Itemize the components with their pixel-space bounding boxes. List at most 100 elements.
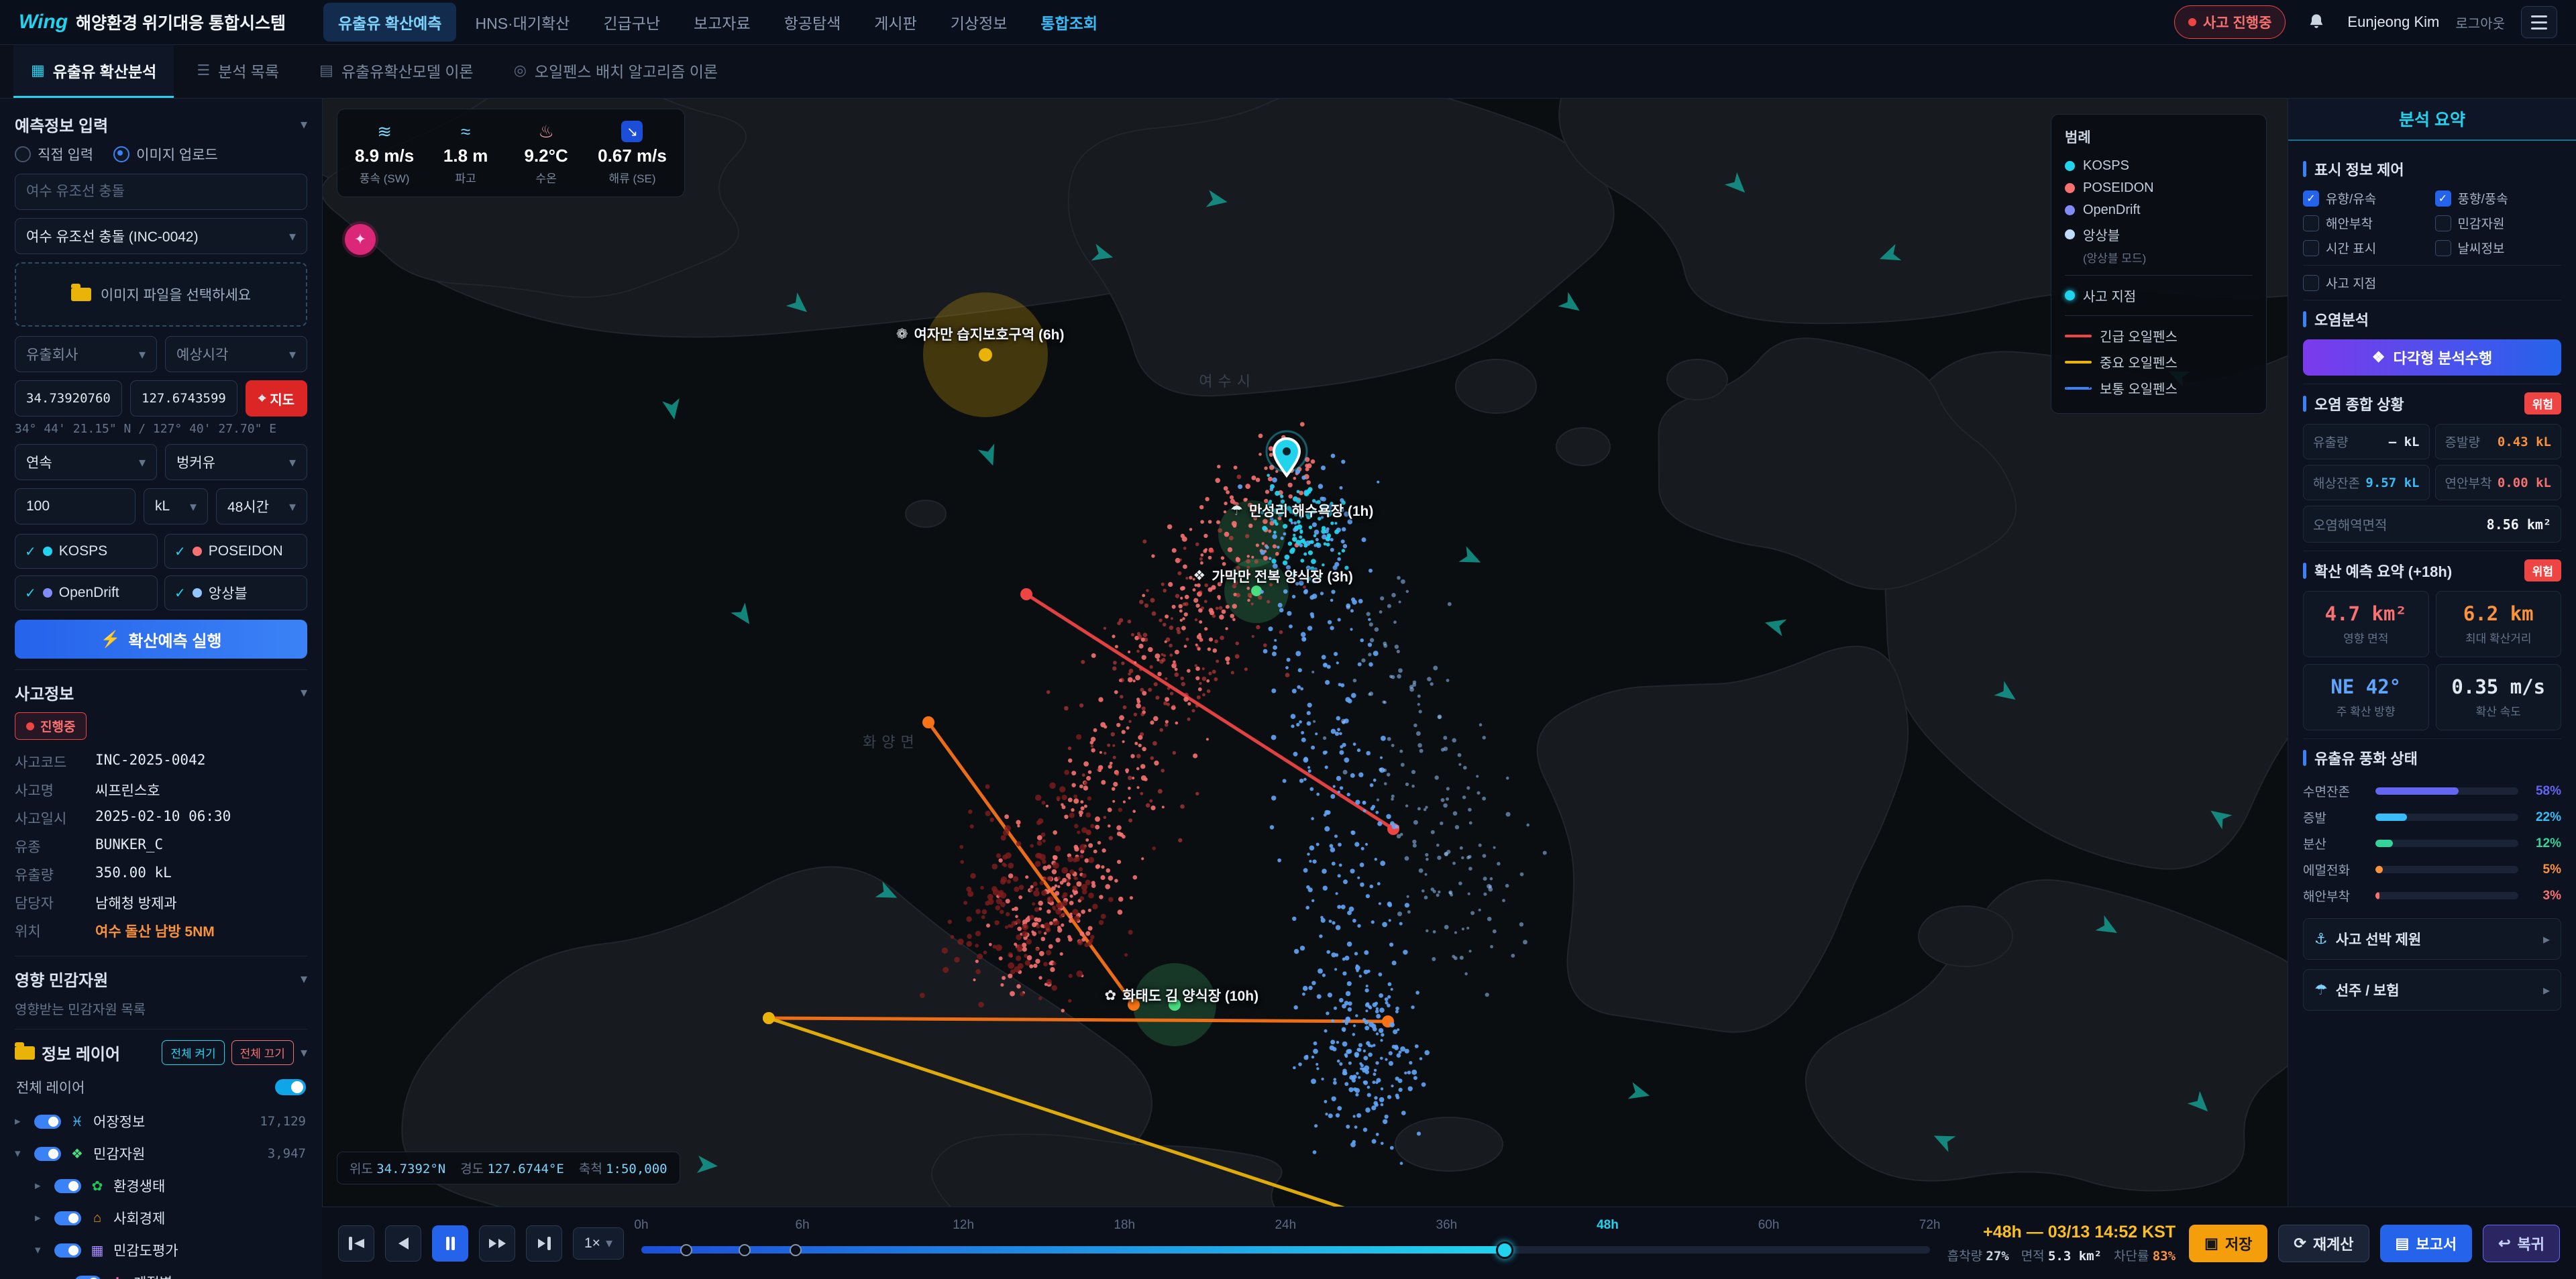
incident-active-badge[interactable]: 사고 진행중: [2174, 5, 2286, 39]
run-prediction-button[interactable]: ⚡확산예측 실행: [15, 620, 307, 659]
spill-amount-input[interactable]: [15, 488, 136, 524]
nav-item-6[interactable]: 기상정보: [936, 3, 1022, 42]
tab-3[interactable]: ◎오일펜스 배치 알고리즘 이론: [496, 44, 735, 98]
playback-speed-select[interactable]: 1×▾: [573, 1227, 624, 1260]
tab-1[interactable]: ☰분석 목록: [179, 44, 297, 98]
step-back-button[interactable]: [385, 1225, 421, 1262]
user-name[interactable]: Eunjeong Kim: [2347, 13, 2439, 31]
timeline-tick[interactable]: 0h: [634, 1218, 648, 1233]
expand-chevron-icon[interactable]: ▸: [35, 1179, 47, 1192]
layer-row[interactable]: ▸♓어장정보17,129: [15, 1105, 307, 1137]
timeline-tick[interactable]: 24h: [1275, 1218, 1296, 1233]
fast-forward-button[interactable]: [479, 1225, 515, 1262]
image-upload-dropzone[interactable]: 이미지 파일을 선택하세요: [15, 262, 307, 327]
layer-row[interactable]: ▾❖민감자원3,947: [15, 1137, 307, 1170]
layer-toggle[interactable]: [34, 1147, 61, 1161]
fence-event-marker[interactable]: [739, 1244, 751, 1256]
all-layers-off-button[interactable]: 전체 끄기: [231, 1040, 294, 1065]
collapse-chevron-icon[interactable]: ▾: [301, 684, 307, 701]
nav-item-1[interactable]: HNS·대기확산: [460, 3, 584, 42]
pause-button[interactable]: [432, 1225, 468, 1262]
collapse-chevron-icon[interactable]: ▾: [301, 1044, 307, 1061]
polygon-analysis-button[interactable]: ❖다각형 분석수행: [2303, 339, 2561, 376]
layer-row[interactable]: ▾▦민감도평가: [15, 1234, 307, 1266]
expand-chevron-icon[interactable]: ▸: [35, 1211, 47, 1225]
duration-select[interactable]: 48시간▾: [216, 488, 307, 524]
incident-select[interactable]: 여수 유조선 충돌 (INC-0042)▾: [15, 218, 307, 254]
notification-bell-icon[interactable]: [2302, 7, 2331, 37]
timeline-knob[interactable]: [1496, 1241, 1513, 1259]
nav-item-0[interactable]: 유출유 확산예측: [323, 3, 457, 42]
spill-mode-select[interactable]: 연속▾: [15, 444, 157, 480]
tab-0[interactable]: ▦유출유 확산분석: [13, 44, 174, 98]
nav-item-3[interactable]: 보고자료: [679, 3, 765, 42]
save-button[interactable]: ▣저장: [2189, 1225, 2267, 1262]
expected-time-select[interactable]: 예상시각▾: [165, 336, 307, 372]
master-layer-toggle[interactable]: [275, 1079, 306, 1095]
layer-toggle[interactable]: [54, 1243, 81, 1258]
hamburger-menu-icon[interactable]: [2521, 6, 2557, 38]
radio-direct-input[interactable]: 직접 입력: [15, 144, 93, 164]
timeline-tick[interactable]: 6h: [796, 1218, 810, 1233]
model-checkbox[interactable]: ✓KOSPS: [15, 534, 158, 569]
radio-image-upload[interactable]: 이미지 업로드: [113, 144, 218, 164]
fence-event-marker[interactable]: [680, 1244, 692, 1256]
return-button[interactable]: ↩복귀: [2483, 1225, 2560, 1262]
display-option-checkbox[interactable]: 날씨정보: [2435, 239, 2562, 257]
layer-row[interactable]: ▸✱계절별: [15, 1266, 307, 1279]
recalculate-button[interactable]: ⟳재계산: [2278, 1225, 2369, 1262]
tab-2[interactable]: ▤유출유확산모델 이론: [302, 44, 491, 98]
pick-on-map-button[interactable]: ⌖지도: [246, 380, 307, 416]
display-option-checkbox[interactable]: ✓유향/유속: [2303, 189, 2430, 207]
timeline-tick[interactable]: 60h: [1758, 1218, 1780, 1233]
collapse-chevron-icon[interactable]: ▾: [301, 970, 307, 987]
collapse-chevron-icon[interactable]: ▾: [301, 116, 307, 133]
layer-row[interactable]: ▸⌂사회경제: [15, 1202, 307, 1234]
all-layers-on-button[interactable]: 전체 켜기: [162, 1040, 224, 1065]
accident-point-checkbox[interactable]: 사고 지점: [2303, 274, 2561, 292]
model-checkbox[interactable]: ✓OpenDrift: [15, 575, 158, 610]
nav-item-7[interactable]: 통합조회: [1026, 3, 1112, 42]
display-option-checkbox[interactable]: 시간 표시: [2303, 239, 2430, 257]
timeline-tick[interactable]: 48h: [1597, 1218, 1619, 1233]
model-checkbox[interactable]: ✓앙상블: [164, 575, 307, 610]
longitude-input[interactable]: [130, 380, 237, 416]
expand-chevron-icon[interactable]: ▾: [15, 1147, 27, 1160]
latitude-input[interactable]: [15, 380, 122, 416]
spill-company-select[interactable]: 유출회사▾: [15, 336, 157, 372]
layer-toggle[interactable]: [34, 1115, 61, 1129]
display-option-checkbox[interactable]: 해안부착: [2303, 214, 2430, 232]
unit-select[interactable]: kL▾: [144, 488, 208, 524]
model-checkbox[interactable]: ✓POSEIDON: [164, 534, 307, 569]
expand-chevron-icon[interactable]: ▾: [35, 1243, 47, 1257]
expand-chevron-icon[interactable]: ▸: [15, 1115, 27, 1128]
skip-start-button[interactable]: [338, 1225, 374, 1262]
layer-row[interactable]: ▸✿환경생태: [15, 1170, 307, 1202]
layer-toggle[interactable]: [54, 1211, 81, 1225]
timeline-track[interactable]: [641, 1246, 1930, 1254]
timeline-tick[interactable]: 12h: [953, 1218, 974, 1233]
logout-button[interactable]: 로그아웃: [2455, 13, 2505, 32]
nav-item-4[interactable]: 항공탐색: [769, 3, 856, 42]
weather-summary-card: ≋8.9 m/s풍속 (SW)≈1.8 m파고♨9.2°C수온↘0.67 m/s…: [337, 109, 685, 197]
map-style-button[interactable]: ✦: [345, 224, 376, 255]
skip-end-button[interactable]: [526, 1225, 562, 1262]
timeline-scrubber[interactable]: 0h6h12h18h24h36h48h60h72h: [641, 1207, 1930, 1279]
layer-toggle[interactable]: [54, 1179, 81, 1193]
expand-chevron-icon[interactable]: ▸: [55, 1276, 67, 1279]
owner-insurance-section[interactable]: ☂ 선주 / 보험 ▸: [2303, 969, 2561, 1011]
timeline-tick[interactable]: 72h: [1919, 1218, 1941, 1233]
timeline-tick[interactable]: 18h: [1114, 1218, 1135, 1233]
nav-item-5[interactable]: 게시판: [859, 3, 931, 42]
nav-item-2[interactable]: 긴급구난: [588, 3, 675, 42]
map-canvas[interactable]: ≋8.9 m/s풍속 (SW)≈1.8 m파고♨9.2°C수온↘0.67 m/s…: [322, 98, 2288, 1207]
layer-toggle[interactable]: [74, 1276, 101, 1279]
fence-event-marker[interactable]: [790, 1244, 802, 1256]
display-option-checkbox[interactable]: ✓풍향/풍속: [2435, 189, 2562, 207]
timeline-tick[interactable]: 36h: [1436, 1218, 1458, 1233]
incident-name-input[interactable]: [15, 174, 307, 210]
display-option-checkbox[interactable]: 민감자원: [2435, 214, 2562, 232]
report-button[interactable]: ▤보고서: [2380, 1225, 2473, 1262]
vessel-spec-section[interactable]: ⚓ 사고 선박 제원 ▸: [2303, 918, 2561, 960]
oil-type-select[interactable]: 벙커유▾: [165, 444, 307, 480]
